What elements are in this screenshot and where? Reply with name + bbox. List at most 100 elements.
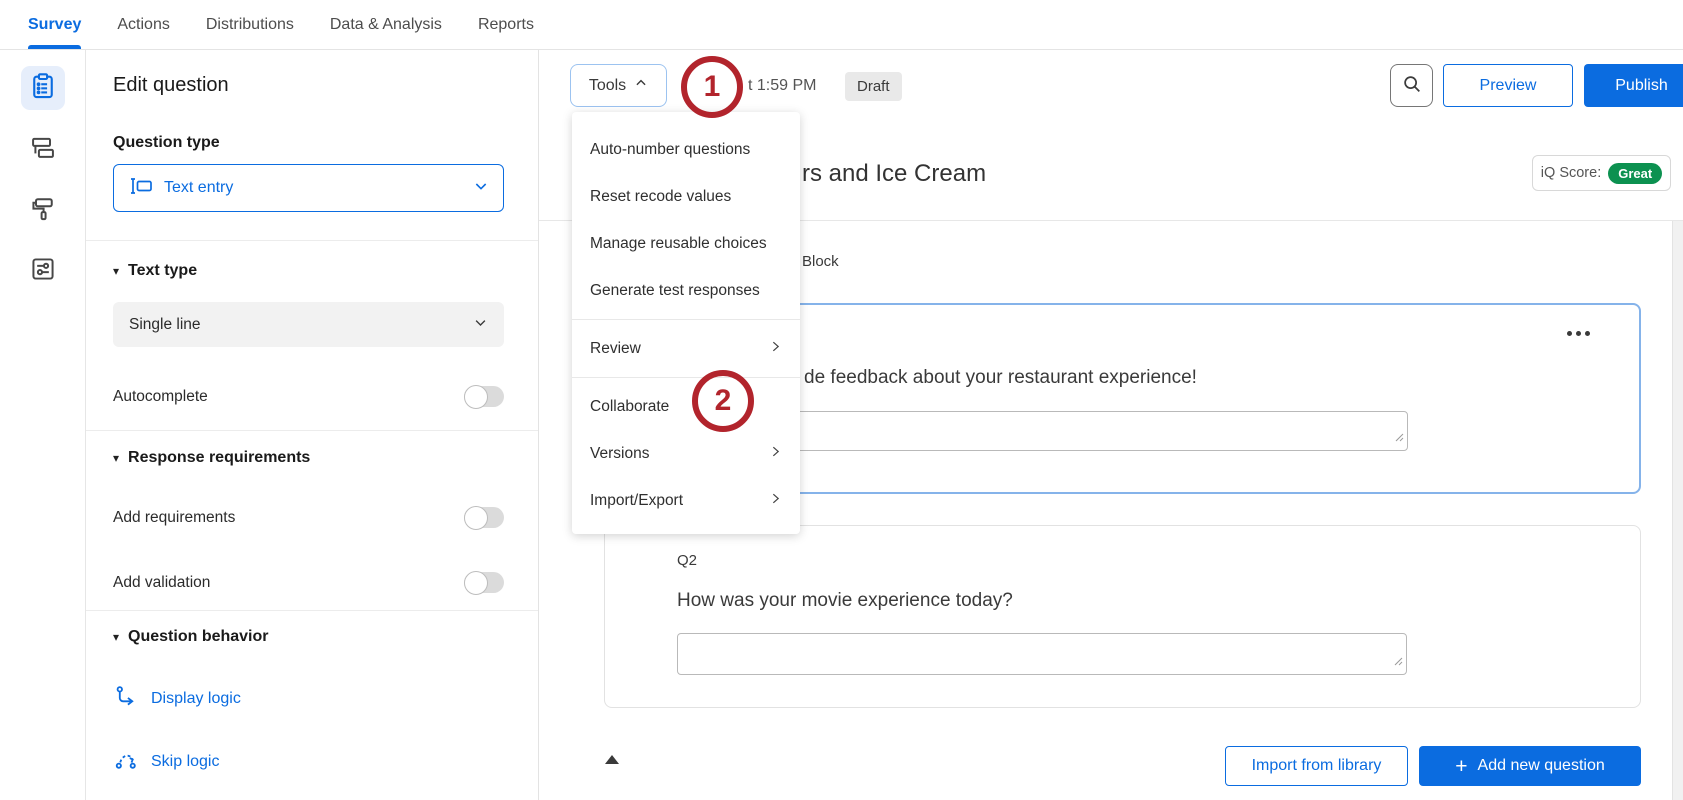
panel-divider [86, 430, 538, 431]
section-question-behavior[interactable]: ▾ Question behavior [113, 628, 269, 646]
menu-divider [572, 377, 800, 378]
paint-roller-icon [29, 194, 57, 227]
menu-item-versions[interactable]: Versions [572, 430, 800, 477]
resize-grip-icon[interactable] [1394, 653, 1403, 671]
chevron-right-icon [769, 340, 782, 358]
display-logic-label: Display logic [151, 690, 241, 707]
question-type-select[interactable]: Text entry [113, 164, 504, 212]
skip-logic-label: Skip logic [151, 753, 220, 770]
rail-item-look-feel[interactable] [21, 188, 65, 232]
menu-item-review[interactable]: Review [572, 325, 800, 372]
chevron-right-icon [769, 492, 782, 510]
add-new-question-button[interactable]: + Add new question [1419, 746, 1641, 786]
menu-item-import-export-label: Import/Export [590, 491, 684, 509]
main-content: Tools t 1:59 PM Draft Preview Publish rs… [539, 50, 1683, 800]
annotation-circle-2: 2 [692, 370, 754, 432]
collapse-caret-icon: ▾ [113, 630, 120, 644]
autocomplete-row: Autocomplete [113, 385, 504, 409]
settings-sliders-icon [29, 255, 57, 288]
app-window: Survey Actions Distributions Data & Anal… [0, 0, 1683, 800]
tab-reports[interactable]: Reports [478, 0, 534, 49]
question-card-q2[interactable]: Q2 How was your movie experience today? [604, 525, 1641, 708]
section-question-behavior-label: Question behavior [128, 628, 269, 645]
rail-item-survey-options[interactable] [21, 249, 65, 293]
add-validation-toggle[interactable] [464, 571, 504, 595]
add-requirements-row: Add requirements [113, 506, 504, 530]
status-badge-draft: Draft [845, 72, 902, 101]
edit-question-panel: Edit question Question type Text entry ▾… [86, 50, 539, 800]
menu-item-import-export[interactable]: Import/Export [572, 477, 800, 524]
display-logic-link[interactable]: Display logic [115, 685, 241, 713]
text-type-value: Single line [129, 315, 201, 333]
chevron-right-icon [769, 445, 782, 463]
tab-distributions[interactable]: Distributions [206, 0, 294, 49]
clipboard-builder-icon [29, 72, 57, 105]
skip-logic-icon [115, 748, 138, 776]
last-saved-text: t 1:59 PM [748, 77, 817, 94]
menu-item-versions-label: Versions [590, 444, 650, 462]
preview-button[interactable]: Preview [1443, 64, 1573, 107]
add-new-question-label: Add new question [1477, 757, 1605, 774]
add-requirements-toggle[interactable] [464, 506, 504, 530]
search-button[interactable] [1390, 64, 1433, 107]
add-validation-label: Add validation [113, 573, 211, 591]
iq-score-widget[interactable]: iQ Score: Great [1532, 155, 1671, 191]
menu-item-review-label: Review [590, 339, 641, 357]
menu-divider [572, 319, 800, 320]
rail-item-survey-builder[interactable] [20, 66, 65, 110]
question-block-label[interactable]: Block [802, 253, 839, 270]
section-response-requirements[interactable]: ▾ Response requirements [113, 449, 310, 467]
blocks-flow-icon [29, 133, 57, 166]
import-from-library-button[interactable]: Import from library [1225, 746, 1408, 786]
skip-logic-link[interactable]: Skip logic [115, 748, 219, 776]
tab-survey[interactable]: Survey [28, 0, 82, 49]
text-entry-icon [128, 177, 154, 200]
text-type-select[interactable]: Single line [113, 302, 504, 347]
collapse-caret-icon: ▾ [113, 451, 120, 465]
iq-score-value-badge: Great [1608, 162, 1663, 184]
section-text-type-label: Text type [128, 262, 198, 279]
publish-button[interactable]: Publish [1584, 64, 1683, 107]
collapse-block-arrow[interactable] [605, 755, 619, 764]
display-logic-icon [115, 685, 138, 713]
autocomplete-toggle[interactable] [464, 385, 504, 409]
panel-divider [86, 240, 538, 241]
chevron-down-icon [473, 178, 489, 199]
add-validation-row: Add validation [113, 571, 504, 595]
tab-actions[interactable]: Actions [117, 0, 169, 49]
tools-button[interactable]: Tools [570, 64, 667, 107]
more-options-icon[interactable] [1567, 331, 1590, 336]
menu-item-reusable-choices[interactable]: Manage reusable choices [572, 220, 800, 267]
menu-item-test-responses[interactable]: Generate test responses [572, 267, 800, 314]
tools-dropdown-menu: Auto-number questions Reset recode value… [572, 112, 800, 534]
add-requirements-label: Add requirements [113, 508, 236, 526]
menu-item-reset-recode[interactable]: Reset recode values [572, 173, 800, 220]
left-icon-rail [0, 50, 86, 800]
panel-title: Edit question [113, 74, 229, 96]
survey-title: rs and Ice Cream [802, 160, 987, 187]
top-nav: Survey Actions Distributions Data & Anal… [0, 0, 1683, 50]
question-type-value: Text entry [164, 179, 234, 196]
section-response-requirements-label: Response requirements [128, 449, 311, 466]
rail-item-survey-flow[interactable] [21, 127, 65, 171]
resize-grip-icon[interactable] [1395, 429, 1404, 447]
section-text-type[interactable]: ▾ Text type [113, 262, 197, 280]
q2-number-label: Q2 [677, 552, 698, 569]
annotation-circle-1: 1 [681, 56, 743, 118]
autocomplete-label: Autocomplete [113, 387, 208, 405]
q2-question-text: How was your movie experience today? [677, 590, 1013, 611]
vertical-scrollbar[interactable] [1672, 221, 1683, 800]
question-type-label: Question type [113, 134, 220, 151]
tab-data-analysis[interactable]: Data & Analysis [330, 0, 442, 49]
menu-item-collaborate[interactable]: Collaborate [572, 383, 800, 430]
tools-button-label: Tools [588, 76, 627, 94]
plus-icon: + [1455, 754, 1468, 778]
q1-question-text: de feedback about your restaurant experi… [804, 367, 1197, 388]
chevron-down-icon [473, 315, 488, 335]
search-icon [1401, 73, 1423, 98]
collapse-caret-icon: ▾ [113, 264, 120, 278]
menu-item-auto-number[interactable]: Auto-number questions [572, 126, 800, 173]
chevron-up-icon [634, 76, 648, 95]
iq-score-label: iQ Score: [1540, 165, 1602, 181]
q2-answer-input[interactable] [677, 633, 1407, 675]
